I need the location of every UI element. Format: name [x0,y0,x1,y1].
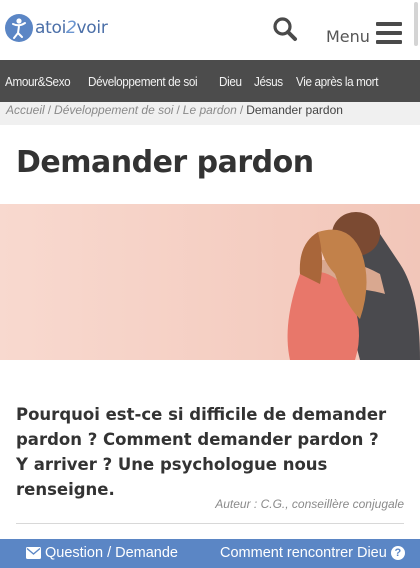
site-logo[interactable]: atoi2voir [5,14,108,42]
menu-label: Menu [326,27,370,46]
hero-image [0,204,420,360]
nav-item-amour-sexo[interactable]: Amour&Sexo [5,74,71,89]
breadcrumb-link-pardon[interactable]: Le pardon [183,103,237,117]
site-header: atoi2voir Menu [0,0,420,60]
rencontrer-dieu-button[interactable]: Comment rencontrer Dieu ? [220,545,405,561]
breadcrumb-separator: / [176,103,180,117]
scrollbar[interactable] [414,2,418,46]
menu-button[interactable]: Menu [326,16,402,46]
logo-number: 2 [66,18,77,38]
bottom-bar: Question / Demande Comment rencontrer Di… [0,539,420,568]
divider [16,523,404,524]
logo-suffix: voir [76,18,108,38]
main-nav: Amour&Sexo Développement de soi Dieu Jés… [0,60,420,102]
question-demande-label: Question / Demande [45,545,178,561]
logo-text: atoi2voir [35,18,108,38]
article-lead: Pourquoi est-ce si difficile de demander… [16,405,387,499]
search-button[interactable] [271,15,299,43]
search-icon [273,17,297,41]
rencontrer-dieu-label: Comment rencontrer Dieu [220,545,387,561]
nav-item-developpement[interactable]: Développement de soi [88,74,198,89]
breadcrumb: Accueil / Développement de soi / Le pardon / D… [6,101,343,119]
breadcrumb-link-developpement[interactable]: Développement de soi [54,103,173,117]
nav-item-vie-apres-mort[interactable]: Vie après la mort [296,74,378,89]
breadcrumb-link-accueil[interactable]: Accueil [6,103,45,117]
nav-item-dieu[interactable]: Dieu [219,74,242,89]
nav-item-jesus[interactable]: Jésus [254,74,283,89]
breadcrumb-current: Demander pardon [246,103,343,117]
breadcrumb-separator: / [239,103,244,117]
logo-prefix: atoi [35,18,67,38]
logo-figure-icon [5,14,33,42]
page-title: Demander pardon [16,145,314,180]
question-circle-icon: ? [390,546,405,560]
envelope-icon [26,547,41,559]
breadcrumb-separator: / [47,103,52,117]
hamburger-icon [375,22,402,44]
article-author: Auteur : C.G., conseillère conjugale [215,497,404,511]
question-demande-button[interactable]: Question / Demande [26,545,178,561]
